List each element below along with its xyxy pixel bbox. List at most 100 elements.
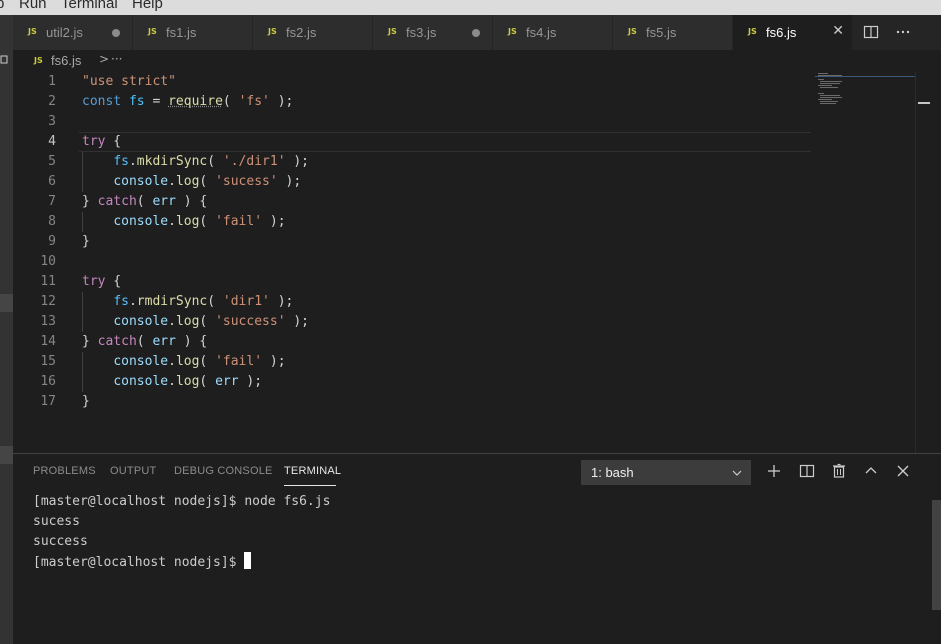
terminal-cursor	[244, 552, 252, 569]
minimap-line	[818, 85, 832, 86]
line-number: 13	[40, 314, 56, 329]
js-file-icon: JS	[508, 27, 517, 36]
modified-dot-icon[interactable]	[112, 29, 120, 37]
menu-item-clipped[interactable]: b	[0, 0, 4, 12]
terminal-line: success	[33, 534, 88, 549]
bottom-panel: PROBLEMS OUTPUT DEBUG CONSOLE TERMINAL 1…	[13, 453, 941, 644]
line-number: 5	[48, 154, 56, 169]
new-terminal-icon[interactable]	[765, 462, 783, 480]
line-number: 12	[40, 294, 56, 309]
code-line: 8 console.log( 'fail' );	[13, 212, 913, 232]
tab-fs2[interactable]: JS fs2.js	[253, 15, 373, 50]
tab-label: fs6.js	[766, 25, 797, 40]
minimap-viewport[interactable]	[815, 76, 915, 77]
line-number: 4	[48, 134, 56, 149]
minimap[interactable]	[815, 72, 915, 453]
code-line: 11 try {	[13, 272, 913, 292]
panel-scrollbar[interactable]	[932, 500, 941, 610]
tab-label: fs2.js	[286, 25, 317, 40]
minimap-line	[820, 97, 842, 98]
terminal-prompt-line: [master@localhost nodejs]$	[33, 552, 252, 573]
minimap-line	[818, 75, 842, 76]
activity-icon[interactable]	[0, 55, 9, 65]
line-number: 2	[48, 94, 56, 109]
minimap-line	[820, 81, 842, 82]
more-actions-icon[interactable]	[895, 24, 911, 40]
menu-item-terminal[interactable]: Terminal	[61, 0, 118, 12]
terminal-line: sucess	[33, 514, 80, 529]
line-number: 3	[48, 114, 56, 129]
tab-fs3[interactable]: JS fs3.js	[373, 15, 493, 50]
tab-problems[interactable]: PROBLEMS	[33, 465, 96, 477]
tab-label: util2.js	[46, 25, 83, 40]
line-number: 7	[48, 194, 56, 209]
close-panel-icon[interactable]	[894, 462, 912, 480]
activity-bar	[0, 15, 13, 644]
close-icon[interactable]: ✕	[832, 23, 844, 39]
terminal-line: [master@localhost nodejs]$ node fs6.js	[33, 494, 331, 509]
code-text: console.log( 'success' );	[113, 314, 310, 329]
js-file-icon: JS	[148, 27, 157, 36]
terminal-select[interactable]: 1: bash	[581, 460, 751, 485]
minimap-line	[818, 79, 824, 80]
split-terminal-icon[interactable]	[798, 462, 816, 480]
breadcrumb-more[interactable]: ···	[111, 52, 122, 66]
line-number: 10	[40, 254, 56, 269]
tab-fs6[interactable]: JS fs6.js ✕	[733, 15, 853, 50]
active-tab-indicator	[284, 485, 336, 486]
line-number: 1	[48, 74, 56, 89]
code-text: fs.mkdirSync( './dir1' );	[113, 154, 310, 169]
code-text: console.log( err );	[113, 374, 263, 389]
maximize-panel-icon[interactable]	[862, 462, 880, 480]
code-text: } catch( err ) {	[82, 334, 208, 349]
code-line: 6 console.log( 'sucess' );	[13, 172, 913, 192]
code-line: 16 console.log( err );	[13, 372, 913, 392]
minimap-line	[820, 83, 840, 84]
code-line: 15 console.log( 'fail' );	[13, 352, 913, 372]
tab-terminal[interactable]: TERMINAL	[284, 465, 341, 477]
menu-item-run[interactable]: Run	[19, 0, 47, 12]
tab-debug-console[interactable]: DEBUG CONSOLE	[174, 465, 273, 477]
tab-output[interactable]: OUTPUT	[110, 465, 156, 477]
code-text: try {	[82, 134, 122, 149]
code-text: console.log( 'fail' );	[113, 214, 286, 229]
line-number: 11	[40, 274, 56, 289]
scroll-thumb[interactable]	[918, 102, 930, 104]
minimap-line	[820, 87, 838, 88]
line-number: 17	[40, 394, 56, 409]
line-number: 6	[48, 174, 56, 189]
code-editor[interactable]: 1 "use strict" 2 const fs = require( 'fs…	[13, 72, 915, 453]
code-text: try {	[82, 274, 122, 289]
modified-dot-icon[interactable]	[472, 29, 480, 37]
minimap-line	[820, 103, 836, 104]
tab-fs1[interactable]: JS fs1.js	[133, 15, 253, 50]
js-file-icon: JS	[28, 27, 37, 36]
minimap-line	[818, 99, 832, 100]
tab-label: fs3.js	[406, 25, 437, 40]
code-text: console.log( 'fail' );	[113, 354, 286, 369]
split-editor-icon[interactable]	[863, 24, 879, 40]
kill-terminal-icon[interactable]	[830, 462, 848, 480]
menu-item-help[interactable]: Help	[132, 0, 163, 12]
code-line: 10	[13, 252, 913, 272]
minimap-line	[818, 73, 828, 74]
tab-fs5[interactable]: JS fs5.js	[613, 15, 733, 50]
code-line: 14 } catch( err ) {	[13, 332, 913, 352]
code-line: 9 }	[13, 232, 913, 252]
code-text: }	[82, 394, 90, 409]
editor-scrollbar[interactable]	[915, 72, 930, 453]
tab-util2[interactable]: JS util2.js	[13, 15, 133, 50]
line-number: 8	[48, 214, 56, 229]
line-number: 16	[40, 374, 56, 389]
breadcrumb-file[interactable]: fs6.js	[51, 53, 81, 68]
tab-label: fs4.js	[526, 25, 557, 40]
tab-fs4[interactable]: JS fs4.js	[493, 15, 613, 50]
code-line: 7 } catch( err ) {	[13, 192, 913, 212]
minimap-line	[820, 101, 838, 102]
code-line: 17 }	[13, 392, 913, 412]
terminal-select-value: 1: bash	[591, 465, 634, 480]
activity-selection-marker	[0, 294, 13, 312]
code-line: 3	[13, 112, 913, 132]
code-text: "use strict"	[82, 74, 176, 89]
js-file-icon: JS	[268, 27, 277, 36]
